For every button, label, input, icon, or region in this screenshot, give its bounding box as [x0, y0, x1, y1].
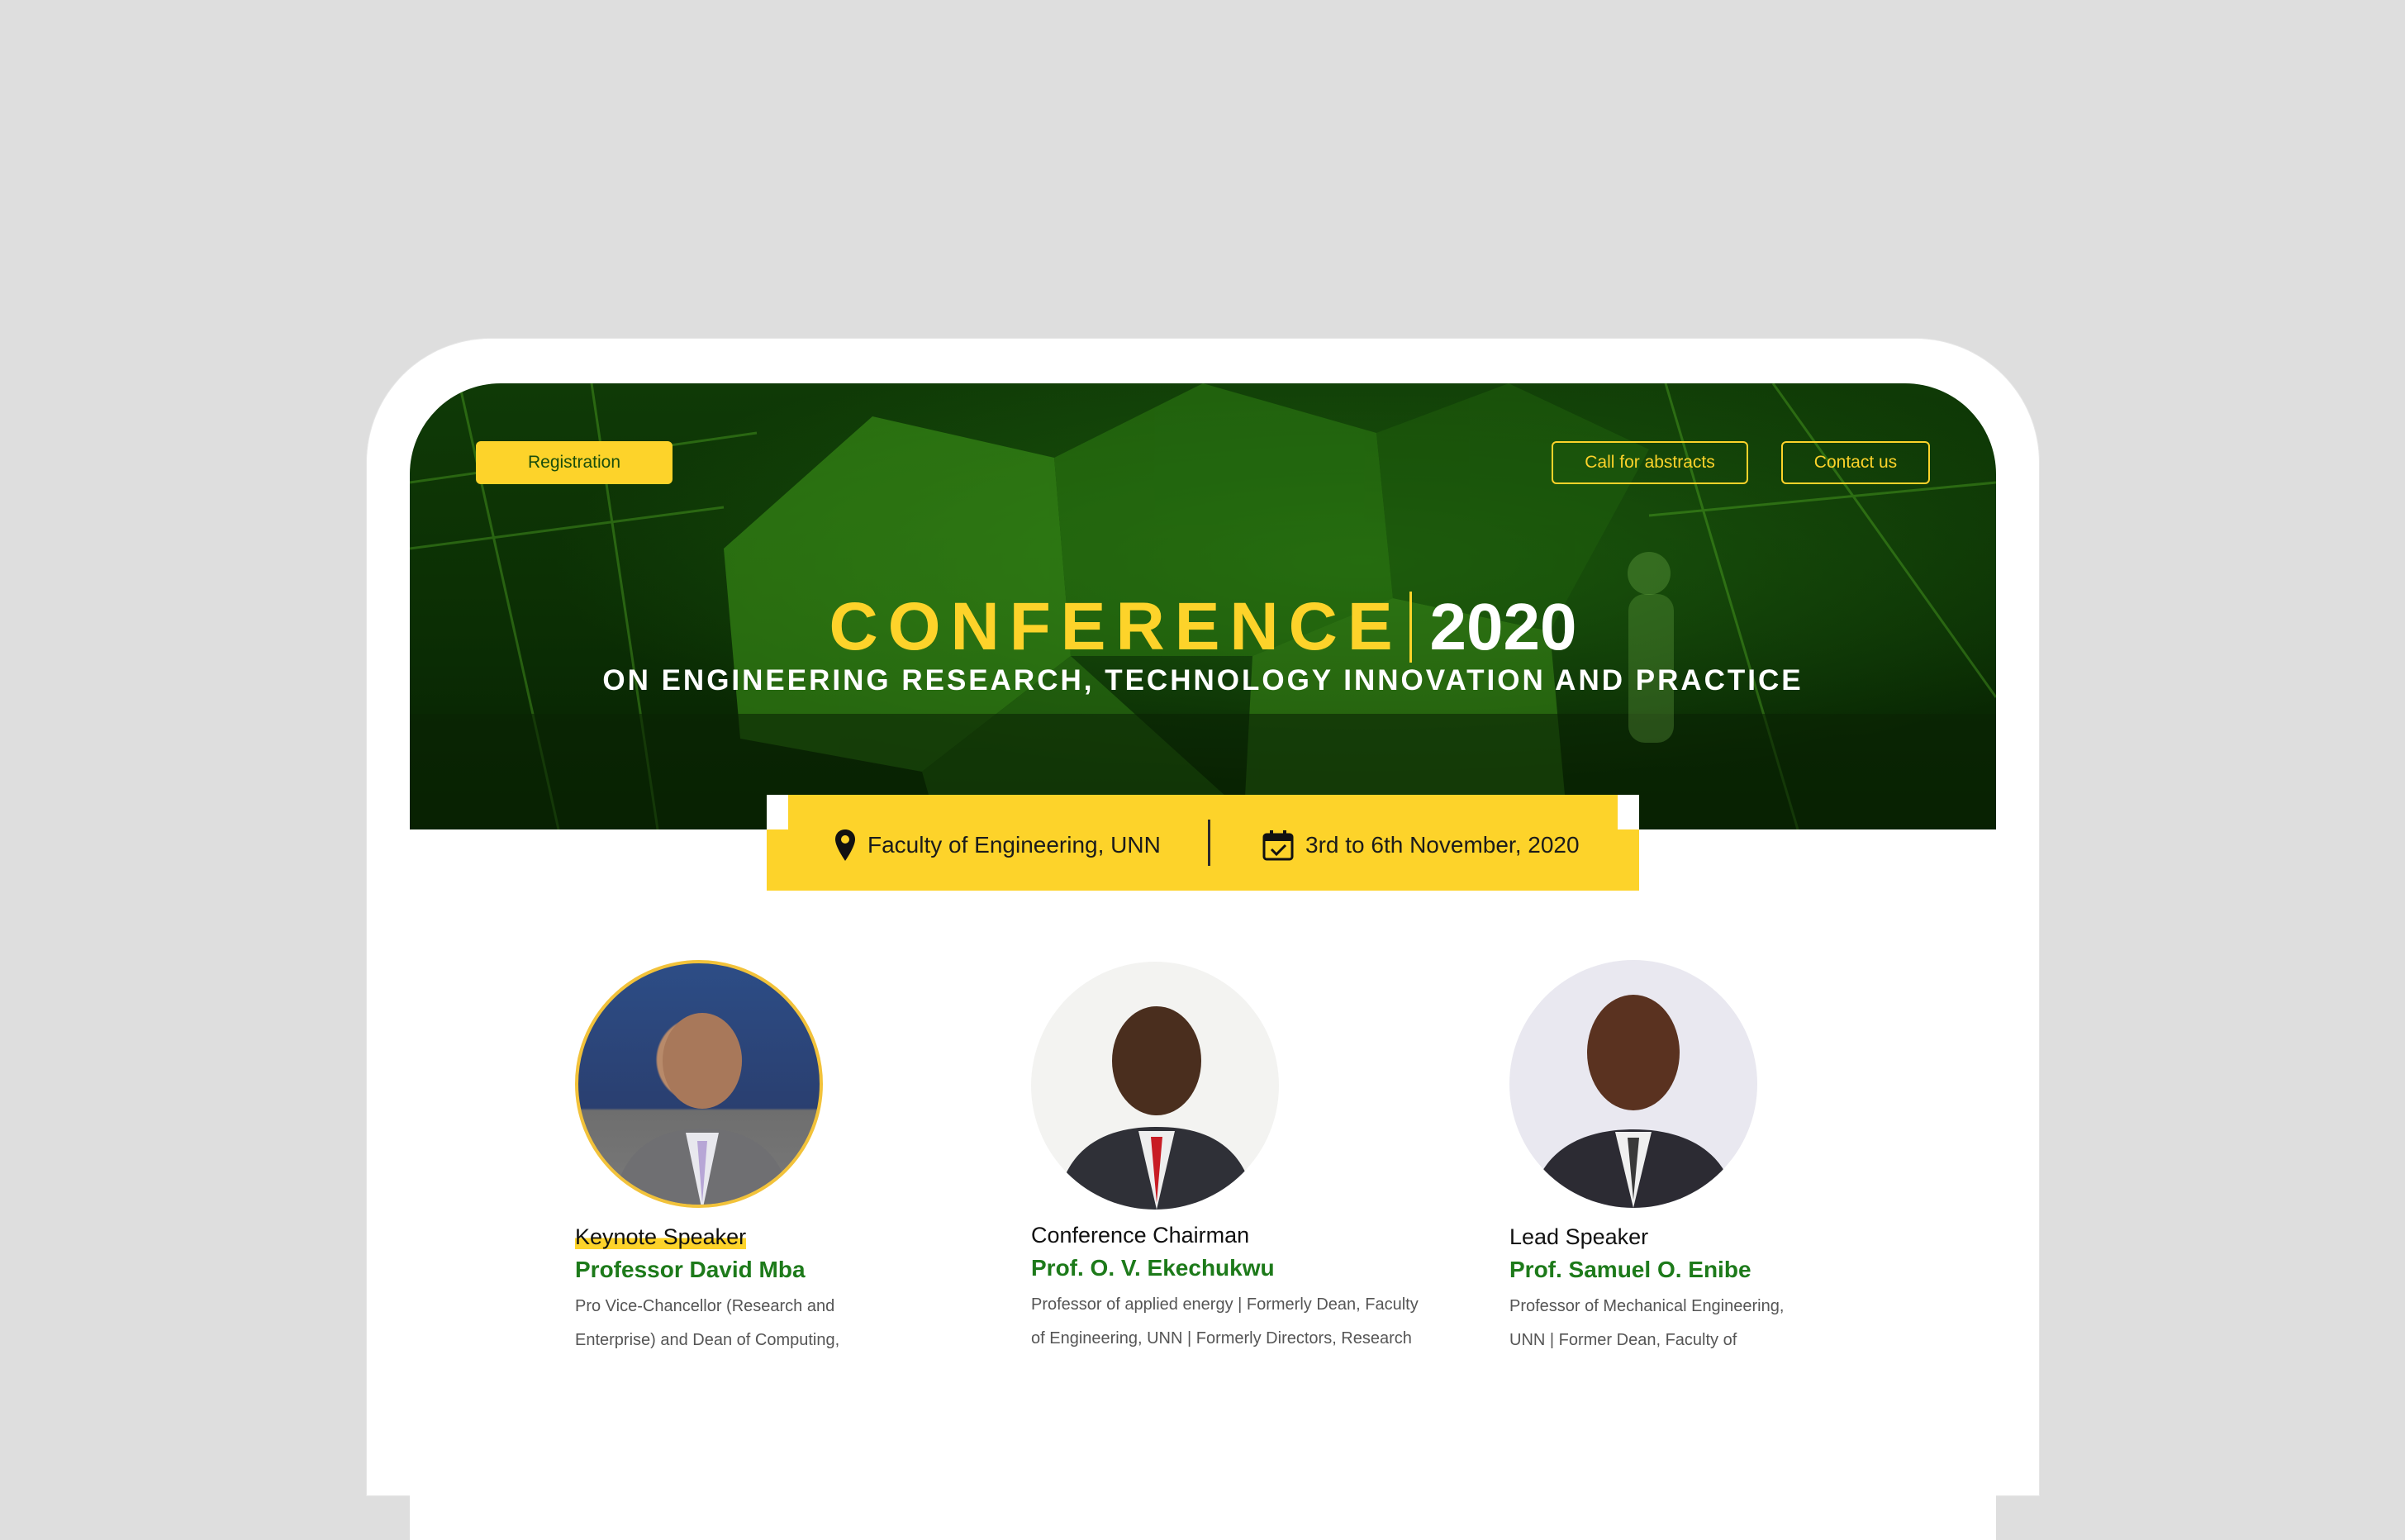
call-for-abstracts-button[interactable]: Call for abstracts [1552, 441, 1748, 484]
title-word: CONFERENCE [829, 589, 1403, 664]
title-year: 2020 [1429, 590, 1577, 663]
page-subtitle: ON ENGINEERING RESEARCH, TECHNOLOGY INNO… [602, 664, 1804, 696]
speaker-card-chairman: Conference Chairman Prof. O. V. Ekechukw… [1031, 962, 1494, 1356]
speaker-name: Prof. Samuel O. Enibe [1509, 1257, 1751, 1282]
contact-us-button[interactable]: Contact us [1781, 441, 1930, 484]
calendar-check-icon [1262, 830, 1294, 861]
speaker-card-lead: Lead Speaker Prof. Samuel O. Enibe Profe… [1509, 960, 1972, 1357]
event-info-bar: Faculty of Engineering, UNN 3rd to 6th N… [767, 795, 1639, 891]
event-dates: 3rd to 6th November, 2020 [1262, 825, 1580, 866]
speaker-description: Professor of applied energy | Formerly D… [1031, 1295, 1419, 1348]
event-location-text: Faculty of Engineering, UNN [867, 832, 1161, 858]
page-title: CONFERENCE 2020 [410, 588, 1996, 666]
speaker-name: Professor David Mba [575, 1257, 806, 1282]
speaker-photo [612, 1013, 792, 1205]
info-separator [1208, 820, 1210, 866]
speaker-photo [1056, 1006, 1256, 1210]
avatar [575, 960, 823, 1208]
speaker-role: Lead Speaker [1509, 1224, 1649, 1249]
device-frame: Registration Call for abstracts Contact … [367, 339, 2039, 1540]
info-bar-notch-right [1618, 795, 1639, 829]
speaker-role-text: Keynote Speaker [575, 1224, 747, 1249]
event-location: Faculty of Engineering, UNN [834, 825, 1161, 866]
speaker-name: Prof. O. V. Ekechukwu [1031, 1255, 1275, 1281]
speaker-role: Conference Chairman [1031, 1223, 1250, 1248]
speaker-photo [1530, 995, 1737, 1208]
title-divider [1409, 592, 1412, 663]
speaker-card-keynote: Keynote Speaker Professor David Mba Pro … [575, 960, 1038, 1357]
hero-banner: Registration Call for abstracts Contact … [410, 383, 1996, 829]
speaker-description: Pro Vice-Chancellor (Research and Enterp… [575, 1297, 840, 1349]
event-dates-text: 3rd to 6th November, 2020 [1305, 832, 1580, 858]
avatar [1509, 960, 1757, 1208]
speaker-description: Professor of Mechanical Engineering, UNN… [1509, 1297, 1785, 1349]
registration-button[interactable]: Registration [476, 441, 673, 484]
map-pin-icon [835, 829, 855, 861]
avatar [1031, 962, 1279, 1210]
speaker-role: Keynote Speaker [575, 1224, 1038, 1250]
web-page: Registration Call for abstracts Contact … [410, 383, 1996, 1540]
info-bar-notch-left [767, 795, 788, 829]
